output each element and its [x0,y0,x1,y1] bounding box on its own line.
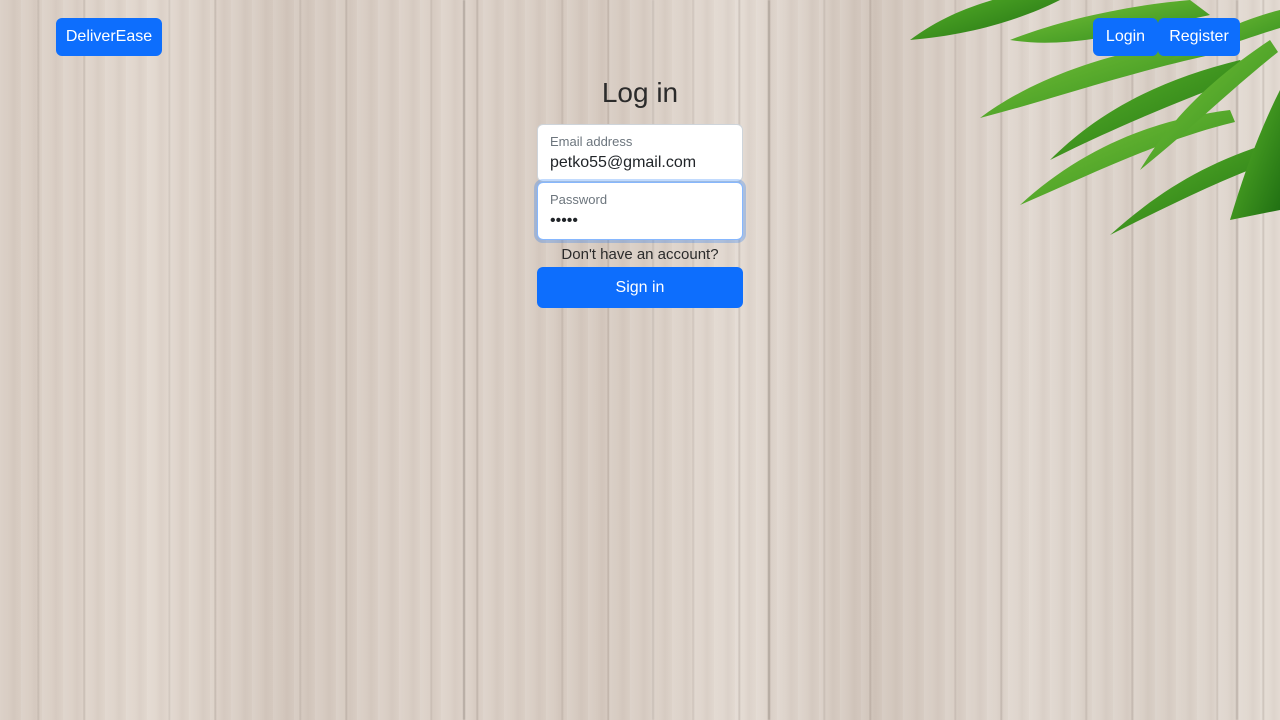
password-field[interactable]: Password ••••• [537,182,743,240]
email-field[interactable]: Email address [537,124,743,182]
sign-in-button[interactable]: Sign in [537,267,743,308]
password-input[interactable]: ••••• [550,212,730,230]
brand-button[interactable]: DeliverEase [56,18,162,56]
login-nav-button[interactable]: Login [1093,18,1158,56]
email-label: Email address [550,134,633,149]
login-form: Log in Email address Password ••••• Don'… [537,70,743,308]
email-input[interactable] [550,154,730,172]
wood-grain [463,0,465,720]
register-nav-button[interactable]: Register [1158,18,1240,56]
password-label: Password [550,192,608,207]
page: DeliverEase Login Register Log in Email … [0,0,1280,720]
page-title: Log in [601,77,679,108]
wood-grain [768,0,770,720]
register-link[interactable]: Don't have an account? [537,244,743,266]
